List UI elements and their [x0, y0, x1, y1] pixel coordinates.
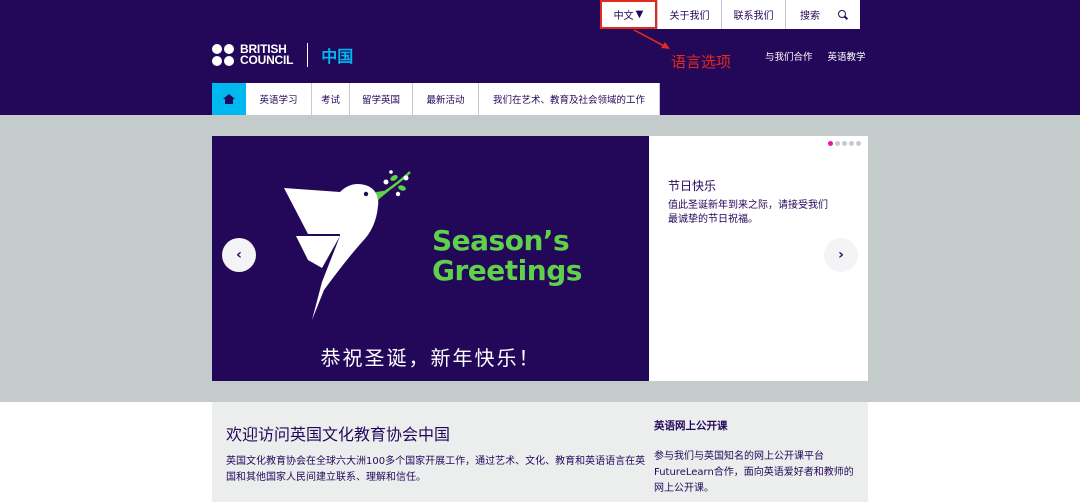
nav-home[interactable] — [212, 83, 246, 115]
contact-us-link[interactable]: 联系我们 — [721, 0, 785, 29]
mooc-body: 参与我们与英国知名的网上公开课平台FutureLearn合作，面向英语爱好者和教… — [654, 451, 854, 494]
welcome-title: 欢迎访问英国文化教育协会中国 — [226, 425, 451, 444]
carousel-dot[interactable] — [849, 141, 854, 146]
nav-learn-english[interactable]: 英语学习 — [246, 83, 312, 115]
carousel-dot[interactable] — [842, 141, 847, 146]
english-teaching-link[interactable]: 英语教学 — [828, 49, 866, 63]
main-nav: 英语学习 考试 留学英国 最新活动 我们在艺术、教育及社会领域的工作 — [212, 83, 660, 115]
slide-description: 值此圣诞新年到来之际，请接受我们最诚挚的节日祝福。 — [668, 200, 828, 225]
mooc-title[interactable]: 英语网上公开课 — [654, 418, 728, 433]
carousel-slide-image[interactable]: Season’s Greetings 恭祝圣诞，新年快乐！ — [212, 136, 649, 381]
work-with-us-link[interactable]: 与我们合作 — [765, 49, 813, 63]
carousel-dot[interactable] — [828, 141, 833, 146]
british-council-logo[interactable]: BRITISH COUNCIL 中国 — [212, 43, 353, 67]
annotation-label: 语言选项 — [671, 53, 732, 71]
chevron-left-icon: ‹ — [236, 247, 242, 263]
search-icon — [838, 9, 848, 20]
carousel-dot[interactable] — [835, 141, 840, 146]
about-us-link[interactable]: 关于我们 — [657, 0, 721, 29]
utility-bar: 中文 ▼ 关于我们 联系我们 搜索 — [600, 0, 860, 29]
welcome-body: 英国文化教育协会在全球六大洲100多个国家开展工作，通过艺术、文化、教育和英语语… — [226, 456, 646, 483]
nav-study-uk[interactable]: 留学英国 — [350, 83, 413, 115]
annotation-arrow-icon — [633, 29, 670, 49]
logo-country: 中国 — [321, 47, 354, 66]
search-button[interactable]: 搜索 — [785, 0, 860, 29]
language-label: 中文 — [613, 11, 634, 22]
logo-divider — [307, 43, 309, 67]
carousel-prev-button[interactable]: ‹ — [222, 238, 256, 272]
welcome-panel: 欢迎访问英国文化教育协会中国 英国文化教育协会在全球六大洲100多个国家开展工作… — [212, 402, 868, 502]
nav-events[interactable]: 最新活动 — [413, 83, 479, 115]
logo-wordmark: BRITISH COUNCIL — [240, 42, 294, 67]
carousel-dots — [826, 141, 861, 146]
slide-title[interactable]: 节日快乐 — [668, 177, 716, 194]
site-header: 中文 ▼ 关于我们 联系我们 搜索 语言选项 BRITISH COUNCIL 中… — [0, 0, 1080, 115]
greeting-line-1: Season’s — [432, 224, 570, 257]
search-label: 搜索 — [800, 11, 820, 22]
nav-arts-education-society[interactable]: 我们在艺术、教育及社会领域的工作 — [479, 83, 660, 115]
chevron-right-icon: › — [838, 247, 844, 263]
carousel-next-button[interactable]: › — [824, 238, 858, 272]
dove-icon — [284, 170, 411, 320]
caret-down-icon: ▼ — [635, 9, 644, 20]
home-icon — [223, 94, 235, 104]
greeting-line-2: Greetings — [432, 254, 582, 287]
language-selector[interactable]: 中文 ▼ — [600, 0, 657, 29]
secondary-nav: 与我们合作 英语教学 — [765, 49, 866, 63]
carousel-dot[interactable] — [856, 141, 861, 146]
nav-exams[interactable]: 考试 — [312, 83, 350, 115]
logo-dots-icon — [212, 44, 234, 66]
greeting-chinese: 恭祝圣诞，新年快乐！ — [320, 346, 541, 370]
